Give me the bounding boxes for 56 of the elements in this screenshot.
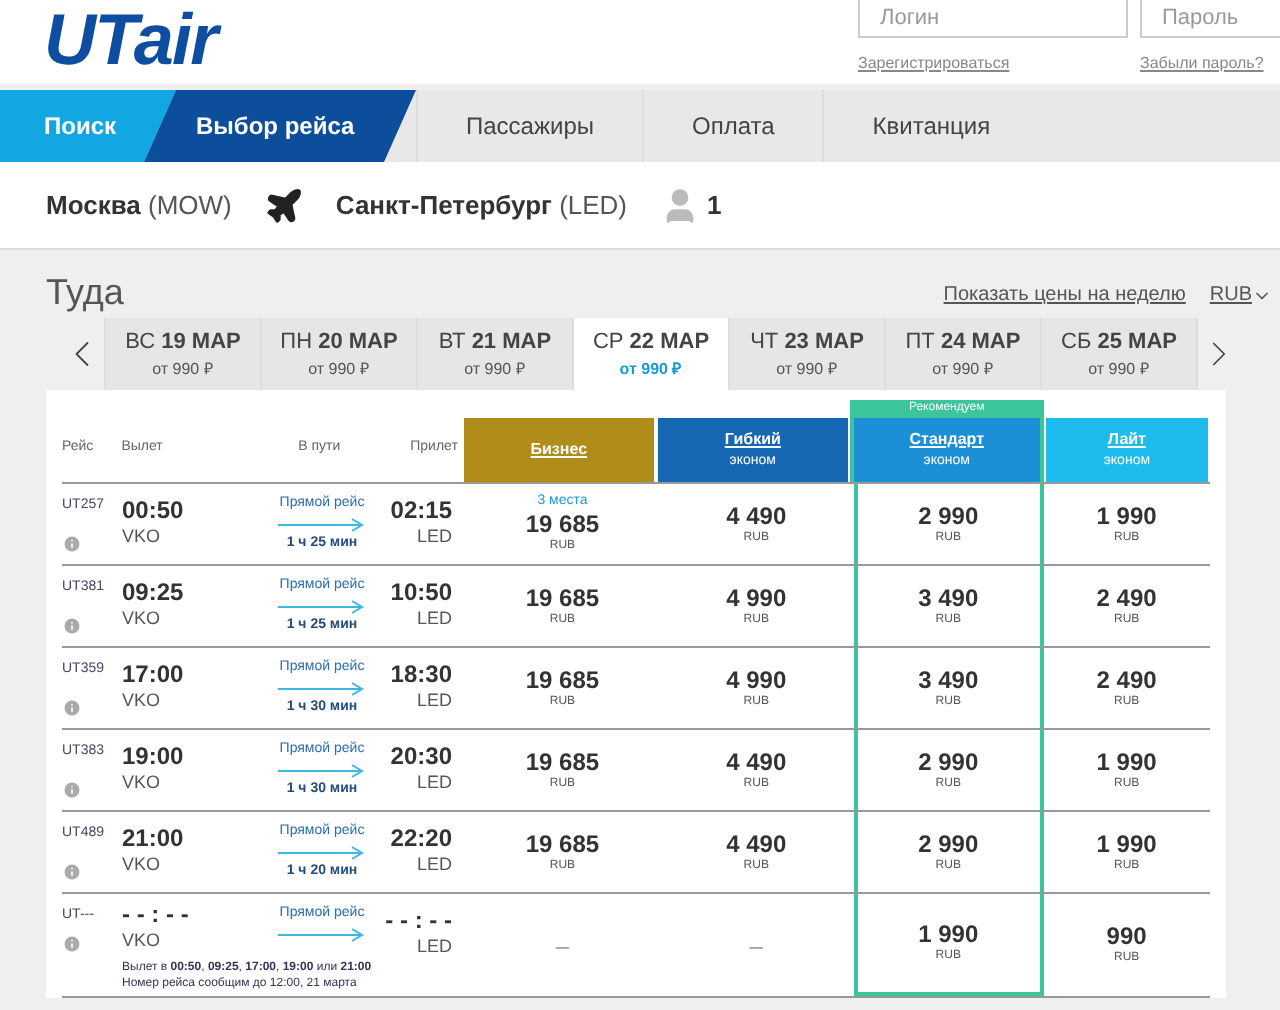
departure-time: 09:25: [122, 578, 186, 606]
forgot-password-link[interactable]: Забыли пароль?: [1140, 52, 1280, 76]
info-icon[interactable]: [62, 779, 82, 799]
arrival-time: 10:50: [390, 578, 452, 606]
arrow-icon: [278, 927, 366, 941]
info-icon[interactable]: [62, 533, 82, 553]
currency-dropdown[interactable]: RUB: [1209, 280, 1272, 310]
date-tab[interactable]: ПТ 24 МАР от 990 ₽: [884, 318, 1040, 390]
arrival-airport: LED: [416, 934, 452, 960]
arrow-icon: [278, 599, 366, 613]
arrow-icon: [278, 763, 366, 777]
date-tab[interactable]: СБ 25 МАР от 990 ₽: [1040, 318, 1196, 390]
arrow-icon: [278, 681, 366, 695]
departure-airport: VKO: [122, 524, 163, 550]
passenger-count: 1: [707, 187, 722, 224]
arrival-airport: LED: [416, 524, 452, 550]
origin-city: Москва (MOW): [46, 187, 232, 224]
week-prices-link[interactable]: Показать цены на неделю: [943, 280, 1186, 310]
arrow-icon: [278, 845, 366, 859]
departure-airport: VKO: [122, 688, 163, 714]
arrival-airport: LED: [416, 606, 452, 632]
arrival-time: 18:30: [390, 660, 452, 688]
departure-time: 17:00: [122, 660, 186, 688]
date-tab[interactable]: СР 22 МАР от 990 ₽: [572, 318, 728, 390]
departure-airport: VKO: [122, 606, 163, 632]
departure-airport: VKO: [122, 852, 163, 878]
register-link[interactable]: Зарегистрироваться: [858, 52, 1128, 76]
destination-city: Санкт-Петербург (LED): [335, 187, 628, 224]
info-icon[interactable]: [62, 615, 82, 635]
info-icon[interactable]: [62, 933, 82, 953]
arrival-airport: LED: [416, 770, 452, 796]
departure-time: 19:00: [122, 742, 186, 770]
departure-time: 00:50: [122, 496, 186, 524]
info-icon[interactable]: [62, 697, 82, 717]
arrow-icon: [278, 517, 366, 531]
logo[interactable]: UTair: [44, 4, 217, 76]
departure-time: - - : - -: [122, 900, 191, 928]
arrival-time: 02:15: [390, 496, 452, 524]
arrival-airport: LED: [416, 688, 452, 714]
arrival-time: 20:30: [390, 742, 452, 770]
date-tab[interactable]: ПН 20 МАР от 990 ₽: [260, 318, 416, 390]
direction-title: Туда: [46, 274, 124, 310]
info-icon[interactable]: [62, 861, 82, 881]
password-field[interactable]: Пароль: [1140, 0, 1280, 38]
arrival-time: 22:20: [390, 824, 452, 852]
step-tab[interactable]: Выбор рейса: [144, 90, 416, 162]
departure-airport: VKO: [122, 770, 163, 796]
departure-time: 21:00: [122, 824, 186, 852]
date-tab[interactable]: ЧТ 23 МАР от 990 ₽: [728, 318, 884, 390]
arrival-time: - - : - -: [385, 906, 452, 934]
date-tab[interactable]: ВС 19 МАР от 990 ₽: [104, 318, 260, 390]
date-tab[interactable]: ВТ 21 МАР от 990 ₽: [416, 318, 572, 390]
arrival-airport: LED: [416, 852, 452, 878]
login-field[interactable]: Логин: [858, 0, 1128, 38]
departure-airport: VKO: [122, 928, 163, 954]
plane-icon: [263, 185, 304, 225]
